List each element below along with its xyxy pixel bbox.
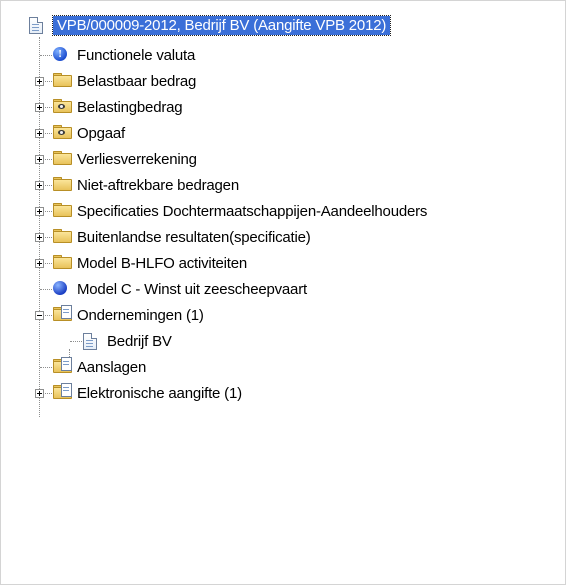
tree-node-root[interactable]: VPB/000009-2012, Bedrijf BV (Aangifte VP… [29,13,392,37]
folder-document-icon [53,383,72,401]
tree-line [70,341,82,342]
folder-eye-icon [53,99,72,115]
expand-button[interactable] [35,181,44,190]
tree-node-specificaties[interactable]: Specificaties Dochtermaatschappijen-Aand… [53,199,427,223]
tree-node-label: Model C - Winst uit zeescheepvaart [77,280,307,298]
blue-dot-icon [53,281,71,297]
tree-node-elektronische-aangifte[interactable]: Elektronische aangifte (1) [53,381,242,405]
tree-view: VPB/000009-2012, Bedrijf BV (Aangifte VP… [0,0,566,585]
tree-node-belastingbedrag[interactable]: Belastingbedrag [53,95,183,119]
tree-node-label: VPB/000009-2012, Bedrijf BV (Aangifte VP… [51,14,392,36]
tree-node-label: Ondernemingen (1) [77,306,204,324]
tree-node-model-b-hlfo[interactable]: Model B-HLFO activiteiten [53,251,247,275]
tree-node-label: Buitenlandse resultaten(specificatie) [77,228,311,246]
document-icon [83,333,101,350]
tree-node-belastbaar-bedrag[interactable]: Belastbaar bedrag [53,69,196,93]
tree-node-label: Elektronische aangifte (1) [77,384,242,402]
folder-document-icon [53,305,72,323]
tree-node-niet-aftrekbare-bedragen[interactable]: Niet-aftrekbare bedragen [53,173,239,197]
tree-node-label: Opgaaf [77,124,126,142]
expand-button[interactable] [35,389,44,398]
collapse-button[interactable] [35,311,44,320]
tree-node-label: Bedrijf BV [107,332,172,350]
tree-node-opgaaf[interactable]: Opgaaf [53,121,125,145]
folder-icon [53,203,72,219]
folder-icon [53,177,72,193]
tree-node-label: Functionele valuta [77,46,196,64]
tree-node-label: Specificaties Dochtermaatschappijen-Aand… [77,202,428,220]
folder-icon [53,255,72,271]
tree-line [40,367,52,368]
tree-node-bedrijf-bv[interactable]: Bedrijf BV [83,329,172,353]
tree-node-ondernemingen[interactable]: Ondernemingen (1) [53,303,204,327]
tree-node-aanslagen[interactable]: Aanslagen [53,355,146,379]
tree-node-model-c[interactable]: Model C - Winst uit zeescheepvaart [53,277,307,301]
folder-eye-icon [53,125,72,141]
tree-node-label: Aanslagen [77,358,147,376]
tree-node-functionele-valuta[interactable]: ! Functionele valuta [53,43,195,67]
expand-button[interactable] [35,77,44,86]
expand-button[interactable] [35,207,44,216]
folder-icon [53,73,72,89]
expand-button[interactable] [35,259,44,268]
tree-line [40,55,52,56]
tree-line [39,37,40,417]
tree-node-label: Belastingbedrag [77,98,183,116]
expand-button[interactable] [35,155,44,164]
tree-node-verliesverrekening[interactable]: Verliesverrekening [53,147,197,171]
tree-node-label: Niet-aftrekbare bedragen [77,176,239,194]
tree-node-label: Verliesverrekening [77,150,197,168]
folder-icon [53,229,72,245]
document-icon [29,17,47,34]
folder-document-icon [53,357,72,375]
expand-button[interactable] [35,103,44,112]
info-icon: ! [53,47,71,63]
expand-button[interactable] [35,129,44,138]
tree-line [40,289,52,290]
tree-node-label: Belastbaar bedrag [77,72,197,90]
tree-node-buitenlandse-resultaten[interactable]: Buitenlandse resultaten(specificatie) [53,225,311,249]
folder-icon [53,151,72,167]
expand-button[interactable] [35,233,44,242]
tree-node-label: Model B-HLFO activiteiten [77,254,248,272]
